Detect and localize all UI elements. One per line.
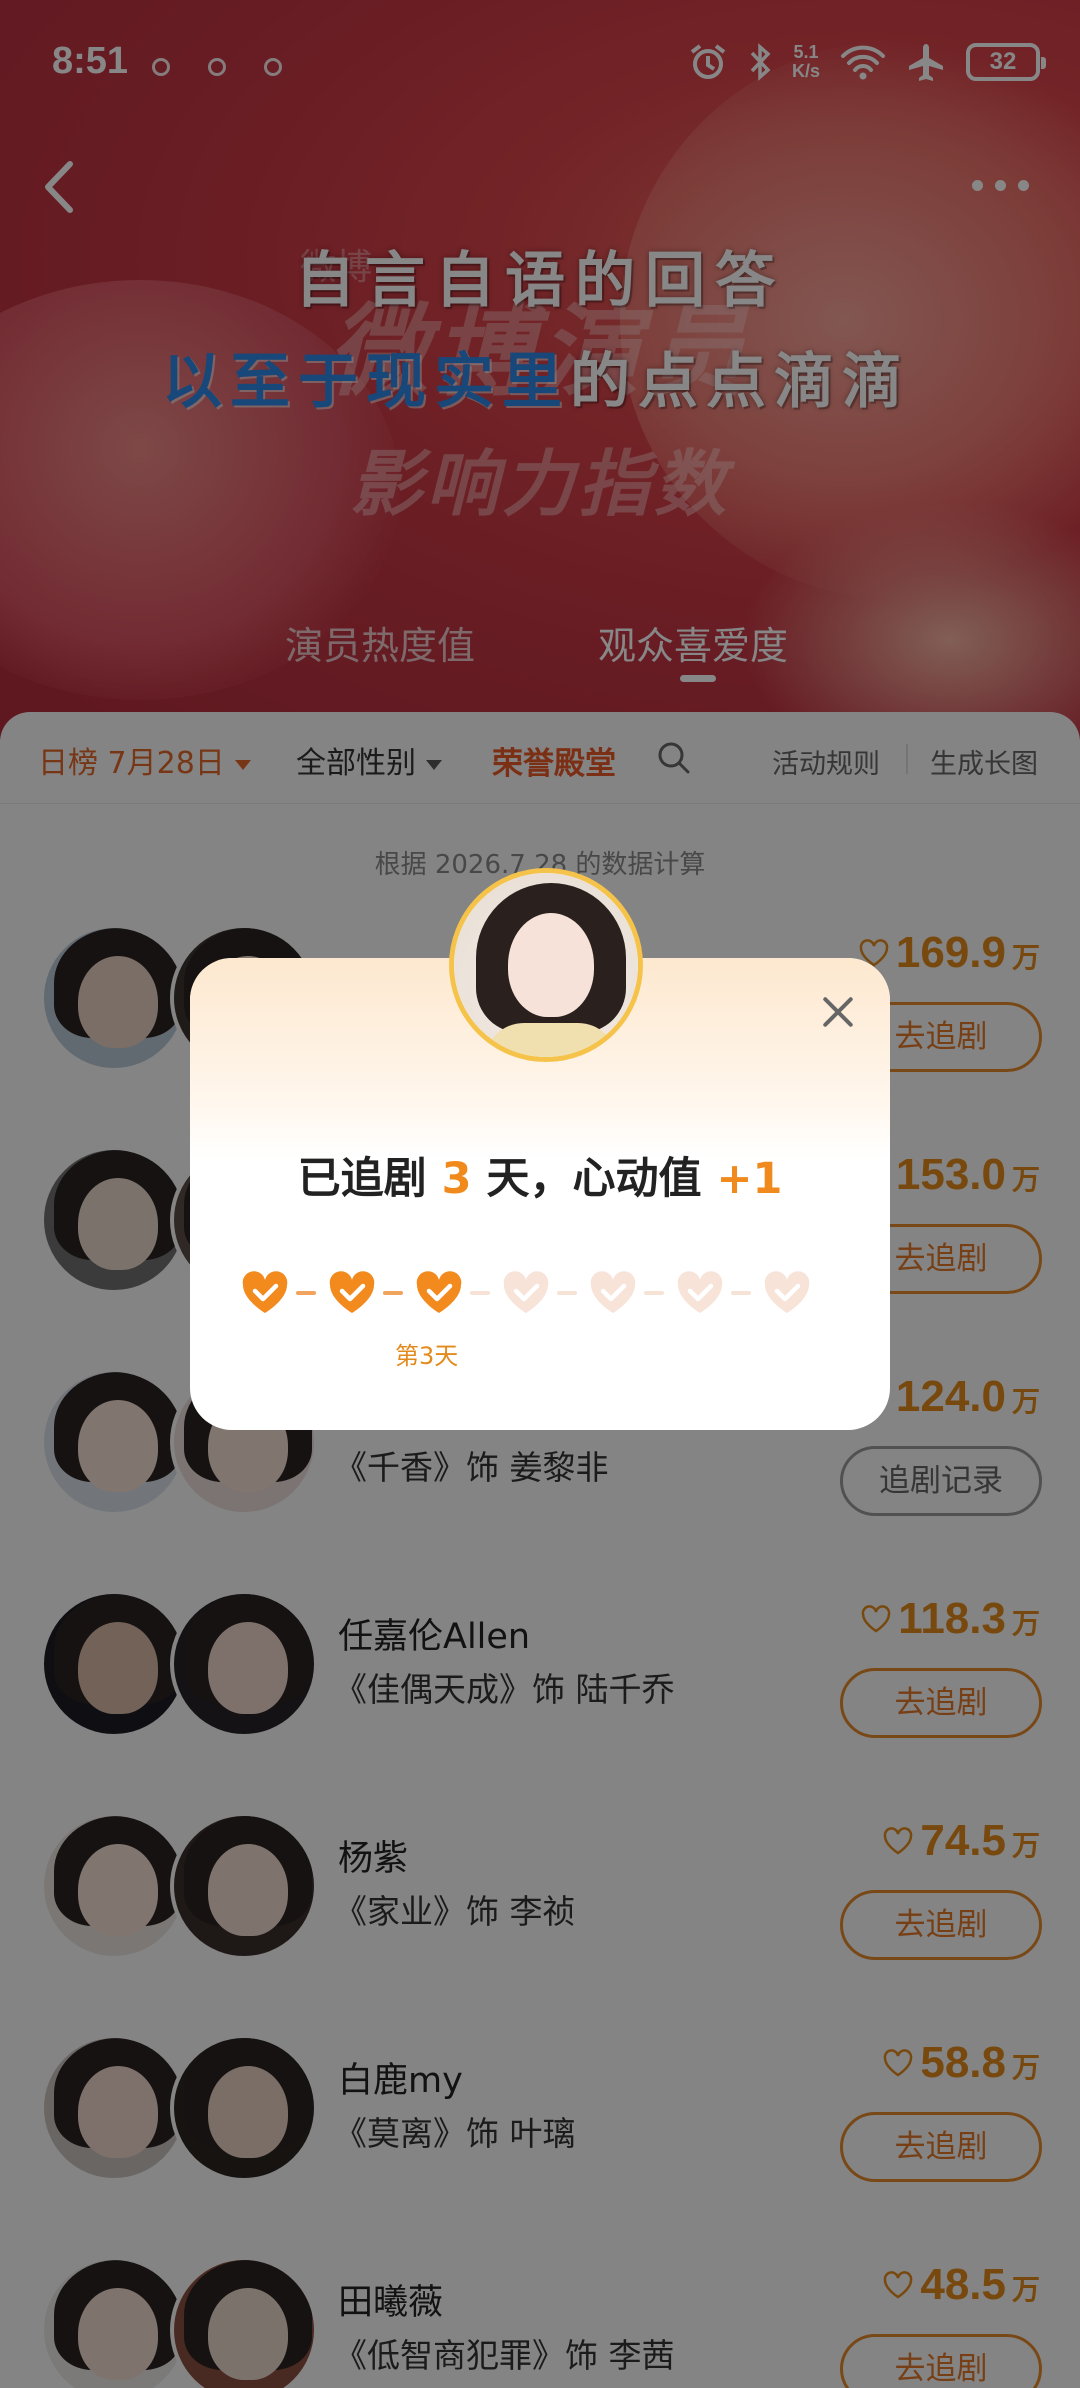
- app-screen: 8:51 5.1 K/s 32 微博 微博演员 影响力指数 自言自语的回答 以至…: [0, 0, 1080, 2388]
- streak-connector: [383, 1291, 403, 1295]
- heart-check-icon: [416, 1271, 462, 1313]
- streak-text-middle: 天，心动值: [486, 1154, 702, 1204]
- heart-empty-icon: [764, 1271, 810, 1313]
- streak-connector: [470, 1291, 490, 1295]
- streak-connector: [557, 1291, 577, 1295]
- streak-message: 已追剧 3 天，心动值 +1: [190, 1144, 890, 1206]
- streak-days: 3: [441, 1154, 472, 1204]
- heart-check-icon: [242, 1271, 288, 1313]
- streak-plus: +1: [716, 1154, 783, 1204]
- avatar-face: [508, 913, 594, 1017]
- streak-connector: [731, 1291, 751, 1295]
- streak-text-before: 已追剧: [297, 1154, 427, 1204]
- heart-empty-icon: [590, 1271, 636, 1313]
- close-icon[interactable]: [820, 994, 856, 1030]
- streak-hearts: [240, 1270, 840, 1320]
- streak-day-label: 第3天: [395, 1342, 459, 1370]
- heart-empty-icon: [503, 1271, 549, 1313]
- heart-empty-icon: [677, 1271, 723, 1313]
- modal-avatar: [449, 868, 643, 1062]
- heart-check-icon: [329, 1271, 375, 1313]
- streak-connector: [296, 1291, 316, 1295]
- avatar-dress: [484, 1023, 618, 1057]
- streak-connector: [644, 1291, 664, 1295]
